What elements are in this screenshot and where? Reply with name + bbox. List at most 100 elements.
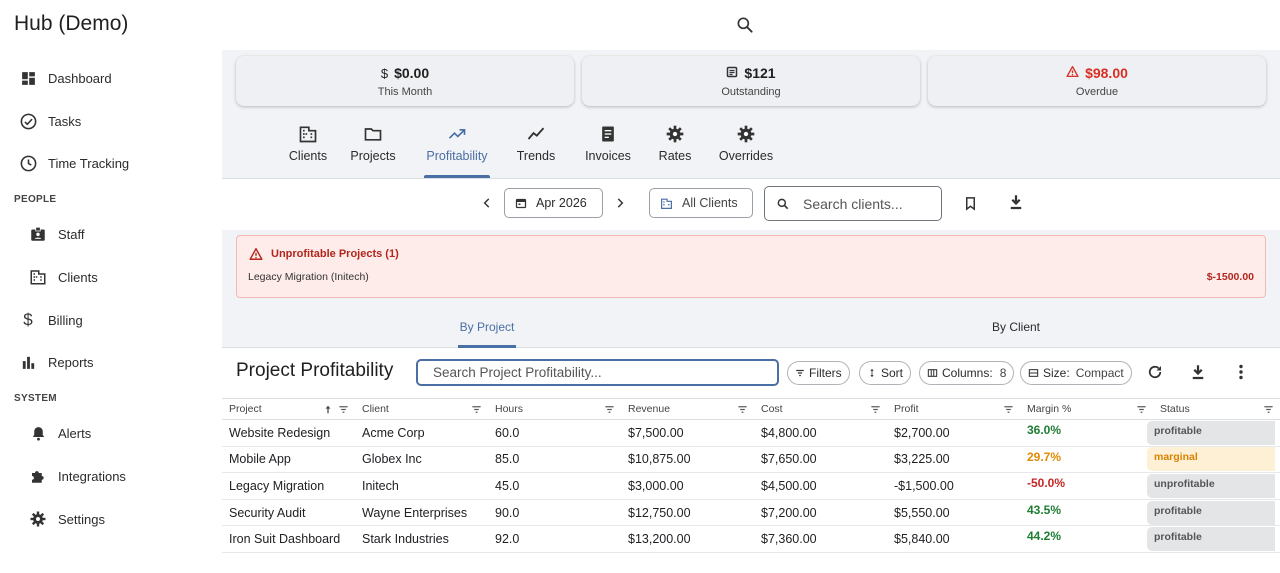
sort-button[interactable]: Sort <box>859 361 912 385</box>
download-icon[interactable] <box>1005 191 1027 213</box>
column-header-client[interactable]: Client <box>355 398 488 420</box>
month-picker[interactable]: Apr 2026 <box>504 188 603 218</box>
alert-amount: $-1500.00 <box>1206 271 1254 283</box>
trending-up-icon <box>447 124 467 144</box>
columns-label: Columns: <box>942 366 993 380</box>
column-header-hours[interactable]: Hours <box>488 398 621 420</box>
warning-icon <box>249 247 263 266</box>
section-header-system: SYSTEM <box>14 393 57 404</box>
client-select-value: All Clients <box>682 196 738 210</box>
table-row[interactable]: Legacy Migration Initech 45.0 $3,000.00 $4,5… <box>222 472 1280 500</box>
sidebar-item-billing[interactable]: $ Billing <box>0 302 222 338</box>
more-options-icon[interactable] <box>1230 361 1252 383</box>
sidebar-item-tasks[interactable]: Tasks <box>0 103 222 139</box>
column-header-status[interactable]: Status <box>1153 398 1280 420</box>
cell-profit: $5,550.00 <box>887 499 1020 527</box>
column-filter-icon[interactable] <box>604 404 615 415</box>
cell-cost: $7,200.00 <box>754 499 887 527</box>
tab-by-project[interactable]: By Project <box>222 306 752 348</box>
dollar-icon: $ <box>23 310 33 329</box>
main-content: $ $0.00 This Month $121 Outstanding $98.… <box>222 50 1280 573</box>
tab-clients[interactable]: Clients <box>278 120 338 178</box>
cell-revenue: $3,000.00 <box>621 472 754 500</box>
status-badge: profitable <box>1147 527 1275 552</box>
sidebar-item-alerts[interactable]: Alerts <box>0 415 222 451</box>
columns-button[interactable]: Columns: 8 <box>919 361 1015 385</box>
columns-icon <box>927 368 938 378</box>
table-header-row: Project Client Hours Revenue Cost Profit Margi… <box>222 398 1280 420</box>
cell-margin: 36.0% <box>1020 419 1153 447</box>
cell-profit: $5,840.00 <box>887 525 1020 553</box>
tab-projects[interactable]: Projects <box>344 120 402 178</box>
column-filter-icon[interactable] <box>338 404 349 415</box>
column-header-label: Cost <box>761 403 783 415</box>
kpi-label: Overdue <box>1075 86 1119 98</box>
cell-project: Website Redesign <box>222 419 355 447</box>
sidebar-item-label: Alerts <box>58 425 92 441</box>
column-header-profit[interactable]: Profit <box>887 398 1020 420</box>
column-header-revenue[interactable]: Revenue <box>621 398 754 420</box>
tab-label: Rates <box>658 149 692 163</box>
prev-month-button[interactable] <box>476 192 498 214</box>
table-row[interactable]: Iron Suit Dashboard Stark Industries 92.0 $… <box>222 525 1280 553</box>
size-label: Size: <box>1043 366 1070 380</box>
filters-button[interactable]: Filters <box>787 361 850 385</box>
cell-status: profitable <box>1147 419 1280 447</box>
tab-by-client[interactable]: By Client <box>751 306 1280 348</box>
tab-overrides[interactable]: Overrides <box>718 120 774 178</box>
client-select[interactable]: All Clients <box>649 188 753 218</box>
sidebar-item-label: Clients <box>58 269 98 285</box>
size-button[interactable]: Size: Compact <box>1020 361 1132 385</box>
gear-icon <box>736 124 756 144</box>
column-filter-icon[interactable] <box>1263 404 1274 415</box>
badge-icon <box>28 224 48 244</box>
sort-ascending-icon[interactable] <box>323 404 333 415</box>
column-filter-icon[interactable] <box>1003 404 1014 415</box>
column-header-project[interactable]: Project <box>222 398 355 420</box>
kpi-value: $98.00 <box>1085 65 1128 81</box>
column-header-cost[interactable]: Cost <box>754 398 887 420</box>
kpi-label: This Month <box>377 86 433 98</box>
table-row[interactable]: Website Redesign Acme Corp 60.0 $7,500.00 $4… <box>222 419 1280 447</box>
sidebar-item-time-tracking[interactable]: Time Tracking <box>0 145 222 181</box>
column-header-label: Profit <box>894 403 919 415</box>
cell-status: profitable <box>1147 499 1280 527</box>
cell-client: Stark Industries <box>355 525 488 553</box>
download-icon[interactable] <box>1187 361 1209 383</box>
table-row[interactable]: Mobile App Globex Inc 85.0 $10,875.00 $7,650… <box>222 446 1280 474</box>
profitability-table-panel: Project Profitability Search Project Pro… <box>222 348 1280 573</box>
sidebar-item-integrations[interactable]: Integrations <box>0 458 222 494</box>
table-search-input[interactable]: Search Project Profitability... <box>416 359 779 386</box>
next-month-button[interactable] <box>609 192 631 214</box>
column-filter-icon[interactable] <box>737 404 748 415</box>
cell-margin: 43.5% <box>1020 499 1153 527</box>
dashboard-icon <box>18 68 38 88</box>
tab-label: By Project <box>459 320 515 334</box>
table-row[interactable]: Security Audit Wayne Enterprises 90.0 $12,7… <box>222 499 1280 527</box>
cell-cost: $4,800.00 <box>754 419 887 447</box>
search-clients-field[interactable]: Search clients... <box>764 186 942 221</box>
tab-trends[interactable]: Trends <box>514 120 558 178</box>
sidebar-item-reports[interactable]: Reports <box>0 344 222 380</box>
sidebar-item-staff[interactable]: Staff <box>0 216 222 252</box>
sidebar-item-dashboard[interactable]: Dashboard <box>0 60 222 96</box>
column-filter-icon[interactable] <box>471 404 482 415</box>
sidebar-item-settings[interactable]: Settings <box>0 501 222 537</box>
column-filter-icon[interactable] <box>1136 404 1147 415</box>
column-filter-icon[interactable] <box>870 404 881 415</box>
building-icon <box>28 267 48 287</box>
filters-label: Filters <box>809 366 842 380</box>
sidebar-item-clients[interactable]: Clients <box>0 259 222 295</box>
bookmark-icon[interactable] <box>959 192 981 214</box>
tab-invoices[interactable]: Invoices <box>580 120 636 178</box>
column-header-margin[interactable]: Margin % <box>1020 398 1153 420</box>
filter-icon <box>795 368 805 378</box>
cell-margin: -50.0% <box>1020 472 1153 500</box>
search-icon <box>776 197 790 211</box>
tab-rates[interactable]: Rates <box>654 120 696 178</box>
building-icon <box>298 124 318 144</box>
refresh-icon[interactable] <box>1144 361 1166 383</box>
search-icon[interactable] <box>735 15 755 35</box>
tab-profitability[interactable]: Profitability <box>424 120 490 178</box>
sidebar-item-label: Reports <box>48 354 94 370</box>
